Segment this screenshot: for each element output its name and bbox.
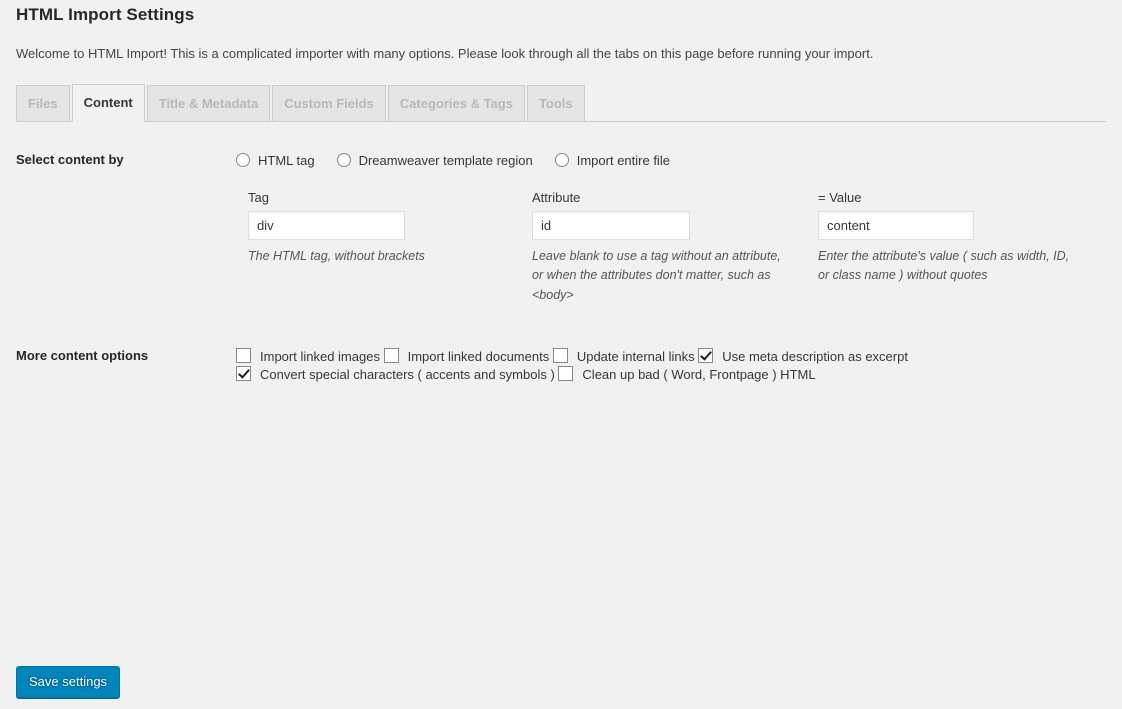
radio-group-select-content-by: HTML tag Dreamweaver template region Imp… — [236, 152, 692, 168]
tag-input[interactable] — [248, 211, 405, 240]
checkbox-label-use-meta-description-as-excerpt: Use meta description as excerpt — [722, 349, 908, 365]
submit-area: Save settings — [16, 666, 121, 698]
checkbox-check-icon[interactable] — [698, 348, 714, 363]
checkbox-label-update-internal-links: Update internal links — [576, 349, 695, 365]
field-label-tag: Tag — [248, 190, 269, 205]
checkbox-check-icon[interactable] — [236, 366, 251, 381]
radio-label-import-entire-file: Import entire file — [576, 153, 670, 169]
checkbox-option-clean-up-bad-html[interactable]: Clean up bad ( Word, Frontpage ) HTML — [558, 366, 816, 383]
checkbox-square-icon[interactable] — [383, 348, 399, 363]
checkbox-square-icon[interactable] — [552, 348, 568, 363]
checkbox-label-import-linked-documents: Import linked documents — [407, 349, 550, 365]
field-help-value: Enter the attribute's value ( such as wi… — [818, 249, 1070, 283]
tab-title-metadata[interactable]: Title & Metadata — [146, 85, 271, 121]
checkbox-square-icon[interactable] — [236, 348, 251, 363]
value-input[interactable] — [818, 211, 974, 240]
checkbox-option-import-linked-documents[interactable]: Import linked documents — [383, 348, 553, 365]
field-group-tag: Tag The HTML tag, without brackets — [248, 190, 425, 266]
field-label-value: = Value — [818, 190, 862, 205]
checkbox-label-import-linked-images: Import linked images — [260, 349, 380, 365]
checkbox-label-convert-special-characters: Convert special characters ( accents and… — [260, 367, 555, 383]
tab-bar: Files Content Title & Metadata Custom Fi… — [16, 84, 1106, 122]
radio-circle-icon[interactable] — [554, 153, 569, 167]
checkbox-option-import-linked-images[interactable]: Import linked images — [236, 348, 384, 365]
radio-label-html-tag: HTML tag — [258, 153, 315, 169]
radio-circle-icon[interactable] — [336, 153, 351, 167]
label-more-content-options: More content options — [16, 348, 149, 363]
field-help-tag: The HTML tag, without brackets — [248, 249, 425, 263]
checkbox-group-more-content-options: Import linked images Import linked docum… — [236, 347, 1122, 383]
radio-option-html-tag[interactable]: HTML tag — [236, 152, 315, 168]
save-settings-button[interactable]: Save settings — [16, 666, 121, 698]
tab-custom-fields[interactable]: Custom Fields — [272, 85, 386, 121]
field-label-attribute: Attribute — [532, 190, 581, 205]
tab-files[interactable]: Files — [16, 85, 70, 121]
checkbox-option-convert-special-characters[interactable]: Convert special characters ( accents and… — [236, 366, 558, 383]
page-title: HTML Import Settings — [16, 5, 195, 24]
attribute-input[interactable] — [532, 211, 690, 240]
radio-option-dreamweaver-template-region[interactable]: Dreamweaver template region — [336, 152, 533, 169]
tab-categories-tags[interactable]: Categories & Tags — [387, 85, 525, 121]
tab-tools[interactable]: Tools — [526, 85, 585, 121]
label-select-content-by: Select content by — [16, 152, 124, 167]
field-help-attribute: Leave blank to use a tag without an attr… — [532, 249, 781, 302]
radio-label-dreamweaver-template-region: Dreamweaver template region — [358, 153, 533, 169]
checkbox-option-use-meta-description-as-excerpt[interactable]: Use meta description as excerpt — [698, 348, 908, 365]
radio-option-import-entire-file[interactable]: Import entire file — [554, 152, 670, 169]
radio-circle-icon[interactable] — [236, 153, 250, 167]
field-group-value: = Value Enter the attribute's value ( su… — [818, 190, 1083, 286]
checkbox-square-icon[interactable] — [558, 366, 574, 381]
checkbox-option-update-internal-links[interactable]: Update internal links — [552, 348, 698, 365]
tab-content[interactable]: Content — [71, 84, 145, 122]
field-group-attribute: Attribute Leave blank to use a tag witho… — [532, 190, 794, 305]
checkbox-label-clean-up-bad-html: Clean up bad ( Word, Frontpage ) HTML — [582, 367, 816, 383]
intro-text: Welcome to HTML Import! This is a compli… — [16, 46, 874, 61]
